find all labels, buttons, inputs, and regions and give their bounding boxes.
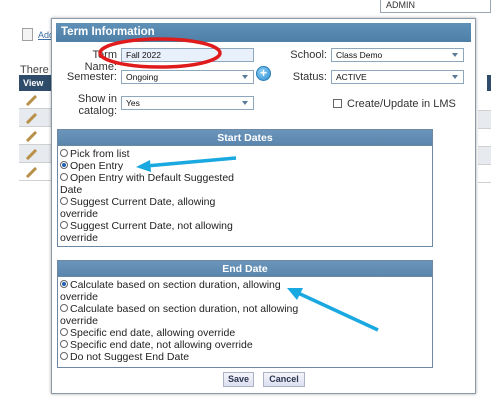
start-date-radio[interactable] xyxy=(60,221,68,229)
table-header-edge xyxy=(487,75,491,91)
end-date-option-label: Calculate based on section duration, not… xyxy=(60,303,299,327)
chevron-down-icon xyxy=(452,53,458,57)
semester-select[interactable]: Ongoing xyxy=(121,70,254,84)
create-lms-checkbox[interactable] xyxy=(333,99,342,108)
end-date-option-label: Specific end date, not allowing override xyxy=(70,339,253,351)
start-date-option-label: Pick from list xyxy=(70,148,130,160)
status-select[interactable]: ACTIVE xyxy=(331,70,464,84)
chevron-down-icon xyxy=(452,75,458,79)
end-date-option[interactable]: Specific end date, allowing override xyxy=(60,327,432,339)
start-date-option-label: Open Entry xyxy=(70,160,124,172)
table-row[interactable] xyxy=(19,145,55,163)
end-date-radio[interactable] xyxy=(60,280,68,288)
start-dates-group: Start Dates Pick from list Open Entry Open… xyxy=(57,129,433,247)
end-date-radio[interactable] xyxy=(60,340,68,348)
pencil-icon[interactable] xyxy=(25,166,38,179)
table-row[interactable] xyxy=(19,163,55,181)
start-date-option-label: Open Entry with Default Suggested Date xyxy=(60,172,235,196)
end-date-option[interactable]: Do not Suggest End Date xyxy=(60,351,432,363)
table-row[interactable] xyxy=(19,91,55,109)
pencil-icon[interactable] xyxy=(25,148,38,161)
show-in-catalog-value: Yes xyxy=(126,98,140,108)
start-dates-header: Start Dates xyxy=(58,130,432,146)
start-date-option-label: Suggest Current Date, not allowing overr… xyxy=(60,220,233,244)
save-button[interactable]: Save xyxy=(223,372,254,387)
start-date-radio[interactable] xyxy=(60,161,68,169)
end-date-group: End Date Calculate based on section dura… xyxy=(57,260,433,368)
start-date-option[interactable]: Open Entry with Default Suggested Date xyxy=(60,172,432,196)
plus-circle-icon[interactable]: + xyxy=(256,66,271,81)
table-rows-edge xyxy=(478,93,491,183)
pencil-icon[interactable] xyxy=(25,94,38,107)
start-date-radio[interactable] xyxy=(60,173,68,181)
school-label: School: xyxy=(290,49,327,61)
show-in-catalog-select[interactable]: Yes xyxy=(121,96,254,110)
school-select[interactable]: Class Demo xyxy=(331,48,464,62)
admin-badge: ADMIN xyxy=(380,0,491,13)
start-date-option[interactable]: Open Entry xyxy=(60,160,432,172)
semester-label: Semester: xyxy=(66,71,117,83)
table-row[interactable] xyxy=(19,127,55,145)
chevron-down-icon xyxy=(242,75,248,79)
semester-value: Ongoing xyxy=(126,72,159,82)
end-date-option-label: Calculate based on section duration, all… xyxy=(60,279,281,303)
start-date-option[interactable]: Suggest Current Date, not allowing overr… xyxy=(60,220,432,244)
start-date-option-label: Suggest Current Date, allowing override xyxy=(60,196,216,220)
document-icon[interactable] xyxy=(22,28,33,41)
start-date-option[interactable]: Suggest Current Date, allowing override xyxy=(60,196,432,220)
cancel-button[interactable]: Cancel xyxy=(263,372,305,387)
end-date-radio[interactable] xyxy=(60,352,68,360)
start-date-option[interactable]: Pick from list xyxy=(60,148,432,160)
term-name-label: Term Name: xyxy=(84,49,117,73)
end-date-option-label: Do not Suggest End Date xyxy=(70,351,190,363)
table-header-view: View xyxy=(19,75,55,91)
end-date-header: End Date xyxy=(58,261,432,277)
end-date-radio[interactable] xyxy=(60,304,68,312)
status-label: Status: xyxy=(292,71,327,83)
school-value: Class Demo xyxy=(336,50,383,60)
term-information-dialog: Term Information Term Name: Fall 2022 Sc… xyxy=(51,18,476,394)
pencil-icon[interactable] xyxy=(25,112,38,125)
end-date-option[interactable]: Calculate based on section duration, not… xyxy=(60,303,432,327)
table-row[interactable] xyxy=(19,109,55,127)
pencil-icon[interactable] xyxy=(25,130,38,143)
start-date-radio[interactable] xyxy=(60,197,68,205)
end-date-option[interactable]: Specific end date, not allowing override xyxy=(60,339,432,351)
show-in-catalog-label: Show in catalog: xyxy=(77,93,117,117)
start-date-radio[interactable] xyxy=(60,149,68,157)
terms-table: View xyxy=(19,75,55,181)
create-lms-label: Create/Update in LMS xyxy=(347,98,456,110)
dialog-title: Term Information xyxy=(56,23,471,42)
end-date-option-label: Specific end date, allowing override xyxy=(70,327,236,339)
chevron-down-icon xyxy=(242,101,248,105)
end-date-radio[interactable] xyxy=(60,328,68,336)
term-name-input[interactable]: Fall 2022 xyxy=(121,48,254,62)
end-date-option[interactable]: Calculate based on section duration, all… xyxy=(60,279,432,303)
status-value: ACTIVE xyxy=(336,72,367,82)
